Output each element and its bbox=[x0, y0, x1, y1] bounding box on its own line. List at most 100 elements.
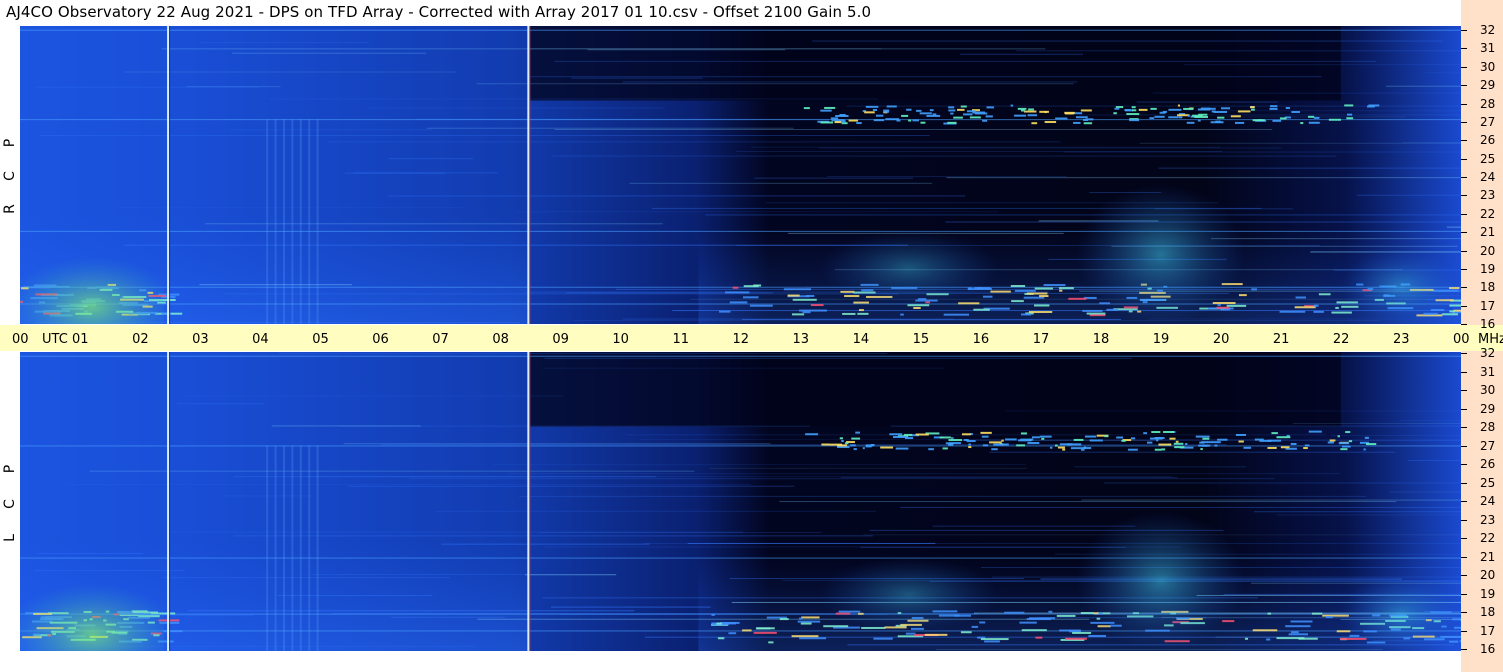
freq-tick-mark bbox=[1461, 371, 1467, 373]
emission-speck bbox=[1104, 435, 1109, 438]
emission-speck bbox=[792, 298, 817, 301]
emission-speck bbox=[1016, 444, 1026, 447]
emission-speck bbox=[799, 637, 827, 640]
emission-speck bbox=[1279, 117, 1287, 120]
emission-speck bbox=[1201, 444, 1208, 447]
emission-speck bbox=[856, 122, 862, 125]
emission-speck bbox=[1175, 440, 1179, 443]
rfi-line bbox=[539, 532, 822, 534]
emission-speck bbox=[1308, 115, 1315, 118]
emission-speck bbox=[753, 284, 762, 287]
emission-speck bbox=[947, 121, 957, 124]
freq-tick-mark bbox=[1461, 556, 1467, 558]
emission-speck bbox=[1187, 114, 1190, 117]
emission-speck bbox=[1035, 636, 1043, 639]
emission-speck bbox=[1184, 443, 1188, 446]
emission-glow bbox=[818, 230, 999, 306]
emission-speck bbox=[1344, 104, 1354, 107]
emission-speck bbox=[916, 109, 922, 112]
striation bbox=[299, 445, 302, 651]
emission-glow bbox=[20, 240, 165, 324]
emission-speck bbox=[876, 114, 884, 117]
time-tick-label: 02 bbox=[132, 332, 149, 347]
freq-tick-mark bbox=[1461, 408, 1467, 410]
rfi-line bbox=[779, 501, 1397, 503]
freq-tick-mark bbox=[1461, 427, 1467, 428]
freq-tick-mark bbox=[1461, 213, 1467, 215]
emission-speck bbox=[1238, 440, 1244, 443]
rfi-line bbox=[552, 155, 1337, 157]
rfi-line bbox=[519, 495, 1367, 497]
rfi-line bbox=[20, 29, 1461, 31]
emission-speck bbox=[1267, 612, 1272, 615]
freq-tick-label-lcp: 30 bbox=[1480, 383, 1496, 397]
emission-speck bbox=[986, 106, 995, 109]
emission-speck bbox=[1125, 109, 1133, 112]
freq-tick-mark bbox=[1461, 649, 1467, 650]
emission-speck bbox=[873, 637, 893, 640]
rfi-line bbox=[1005, 410, 1461, 412]
emission-speck bbox=[915, 433, 929, 436]
emission-speck bbox=[991, 448, 998, 451]
emission-speck bbox=[1329, 439, 1336, 442]
emission-speck bbox=[1150, 107, 1157, 110]
emission-speck bbox=[1019, 621, 1037, 624]
emission-speck bbox=[791, 635, 819, 638]
emission-speck bbox=[799, 309, 827, 312]
emission-speck bbox=[963, 438, 969, 441]
freq-tick-mark bbox=[1461, 630, 1467, 632]
emission-speck bbox=[1206, 441, 1221, 444]
emission-speck bbox=[1308, 121, 1320, 124]
freq-tick-mark bbox=[1461, 103, 1467, 105]
emission-speck bbox=[1345, 431, 1351, 434]
rfi-line bbox=[347, 485, 795, 487]
rfi-line bbox=[380, 444, 1227, 446]
emission-speck bbox=[929, 109, 934, 112]
emission-speck bbox=[1313, 304, 1319, 307]
time-tick-label: 03 bbox=[192, 332, 209, 347]
chart-title: AJ4CO Observatory 22 Aug 2021 - DPS on T… bbox=[6, 3, 872, 21]
emission-speck bbox=[968, 443, 971, 446]
emission-speck bbox=[951, 437, 954, 440]
rfi-line bbox=[278, 352, 888, 354]
emission-speck bbox=[1073, 438, 1084, 441]
emission-speck bbox=[1075, 116, 1088, 119]
emission-speck bbox=[928, 448, 934, 451]
calibration-line bbox=[167, 26, 170, 324]
freq-tick-label-rcp: 22 bbox=[1480, 206, 1496, 221]
emission-speck bbox=[1288, 633, 1309, 636]
emission-speck bbox=[950, 112, 954, 115]
calibration-line bbox=[527, 26, 530, 324]
emission-speck bbox=[1028, 311, 1053, 314]
emission-speck bbox=[1049, 446, 1053, 449]
emission-speck bbox=[966, 110, 976, 113]
striation bbox=[274, 445, 277, 651]
emission-speck bbox=[830, 117, 839, 120]
emission-speck bbox=[1010, 285, 1026, 288]
emission-speck bbox=[1043, 284, 1066, 287]
emission-speck bbox=[1269, 105, 1278, 108]
rfi-line bbox=[20, 355, 1461, 357]
rfi-line bbox=[476, 83, 1074, 85]
emission-speck bbox=[1034, 287, 1053, 290]
emission-speck bbox=[1243, 446, 1252, 449]
emission-speck bbox=[1168, 108, 1182, 111]
rfi-line bbox=[271, 425, 421, 427]
emission-speck bbox=[803, 107, 810, 110]
emission-speck bbox=[834, 121, 842, 124]
rfi-line bbox=[327, 141, 1061, 143]
emission-speck bbox=[1300, 122, 1304, 125]
freq-tick-label-rcp: 29 bbox=[1480, 78, 1496, 93]
rfi-line bbox=[736, 151, 1223, 153]
emission-speck bbox=[1177, 104, 1181, 107]
emission-speck bbox=[905, 632, 916, 635]
emission-speck bbox=[1131, 106, 1136, 109]
rfi-line bbox=[366, 107, 665, 109]
rfi-line bbox=[709, 467, 1028, 469]
time-tick-label: 05 bbox=[312, 332, 329, 347]
rfi-line bbox=[435, 510, 876, 512]
rfi-line bbox=[625, 434, 1326, 436]
emission-speck bbox=[896, 119, 901, 122]
emission-speck bbox=[1173, 442, 1184, 445]
time-tick-label: 23 bbox=[1392, 332, 1410, 347]
